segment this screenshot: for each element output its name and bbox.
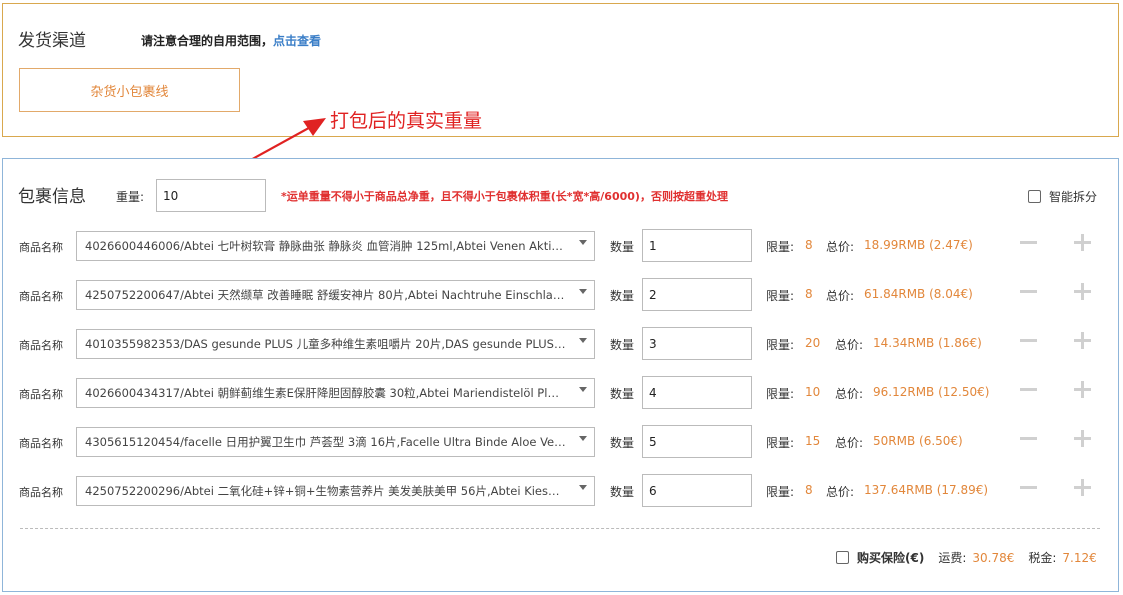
limit-label: 限量: — [766, 289, 795, 303]
quantity-input[interactable] — [642, 376, 752, 409]
product-name-label: 商品名称 — [19, 290, 63, 303]
product-select[interactable]: 4010355982353/DAS gesunde PLUS 儿童多种维生素咀嚼… — [76, 329, 595, 359]
minus-icon[interactable] — [1020, 290, 1037, 293]
limit-value: 20 — [805, 336, 821, 350]
total-price-value: 14.34RMB (1.86€) — [873, 336, 982, 350]
chevron-down-icon[interactable] — [579, 240, 587, 245]
channel-option-button[interactable]: 杂货小包裹线 — [19, 68, 240, 112]
product-row: 商品名称 4010355982353/DAS gesunde PLUS 儿童多种… — [0, 327, 1123, 363]
product-row: 商品名称 4026600434317/Abtei 朝鲜蓟维生素E保肝降胆固醇胶囊… — [0, 376, 1123, 412]
limit-label: 限量: — [766, 338, 795, 352]
quantity-input[interactable] — [642, 425, 752, 458]
divider — [20, 528, 1100, 529]
total-price-value: 137.64RMB (17.89€) — [864, 483, 989, 497]
limit-label: 限量: — [766, 240, 795, 254]
total-price-label: 总价: — [826, 485, 855, 499]
tax-label: 税金: — [1028, 551, 1057, 565]
product-name-label: 商品名称 — [19, 241, 63, 254]
tax-value: 7.12€ — [1062, 550, 1097, 565]
quantity-input[interactable] — [642, 229, 752, 262]
quantity-label: 数量 — [610, 436, 635, 450]
limit-label: 限量: — [766, 436, 795, 450]
product-row: 商品名称 4305615120454/facelle 日用护翼卫生巾 芦荟型 3… — [0, 425, 1123, 461]
product-row: 商品名称 4026600446006/Abtei 七叶树软膏 静脉曲张 静脉炎 … — [0, 229, 1123, 265]
package-info-panel — [2, 158, 1119, 592]
product-name-label: 商品名称 — [19, 437, 63, 450]
quantity-input[interactable] — [642, 474, 752, 507]
product-select[interactable]: 4026600434317/Abtei 朝鲜蓟维生素E保肝降胆固醇胶囊 30粒,… — [76, 378, 595, 408]
smart-split-label: 智能拆分 — [1049, 190, 1098, 204]
limit-value: 15 — [805, 434, 821, 448]
weight-warning: *运单重量不得小于商品总净重，且不得小于包裹体积重(长*宽*高/6000)，否则… — [281, 190, 728, 203]
shipping-fee-label: 运费: — [938, 551, 967, 565]
total-price-label: 总价: — [826, 289, 855, 303]
plus-icon[interactable] — [1074, 381, 1091, 398]
limit-value: 8 — [805, 483, 813, 497]
total-price-value: 50RMB (6.50€) — [873, 434, 963, 448]
minus-icon[interactable] — [1020, 437, 1037, 440]
plus-icon[interactable] — [1074, 430, 1091, 447]
plus-icon[interactable] — [1074, 332, 1091, 349]
product-select[interactable]: 4026600446006/Abtei 七叶树软膏 静脉曲张 静脉炎 血管消肿 … — [76, 231, 595, 261]
quantity-label: 数量 — [610, 387, 635, 401]
total-price-label: 总价: — [835, 387, 864, 401]
quantity-label: 数量 — [610, 485, 635, 499]
shipping-channel-title: 发货渠道 — [18, 31, 86, 51]
smart-split-checkbox[interactable] — [1028, 190, 1041, 203]
plus-icon[interactable] — [1074, 234, 1091, 251]
product-name-label: 商品名称 — [19, 388, 63, 401]
plus-icon[interactable] — [1074, 479, 1091, 496]
limit-label: 限量: — [766, 387, 795, 401]
smart-split-option[interactable]: 智能拆分 — [1028, 188, 1097, 205]
quantity-input[interactable] — [642, 278, 752, 311]
product-row: 商品名称 4250752200647/Abtei 天然缬草 改善睡眠 舒缓安神片… — [0, 278, 1123, 314]
chevron-down-icon[interactable] — [579, 436, 587, 441]
chevron-down-icon[interactable] — [579, 289, 587, 294]
limit-value: 10 — [805, 385, 821, 399]
total-price-label: 总价: — [826, 240, 855, 254]
weight-label: 重量: — [116, 190, 145, 204]
usage-notice: 请注意合理的自用范围，点击查看 — [141, 32, 321, 49]
chevron-down-icon[interactable] — [579, 338, 587, 343]
shipping-fee-value: 30.78€ — [972, 550, 1015, 565]
product-select[interactable]: 4250752200296/Abtei 二氧化硅+锌+铜+生物素营养片 美发美肤… — [76, 476, 595, 506]
product-select[interactable]: 4305615120454/facelle 日用护翼卫生巾 芦荟型 3滴 16片… — [76, 427, 595, 457]
limit-value: 8 — [805, 238, 813, 252]
weight-input[interactable] — [156, 179, 266, 212]
product-select[interactable]: 4250752200647/Abtei 天然缬草 改善睡眠 舒缓安神片 80片,… — [76, 280, 595, 310]
insurance-checkbox[interactable] — [836, 551, 849, 564]
plus-icon[interactable] — [1074, 283, 1091, 300]
minus-icon[interactable] — [1020, 486, 1037, 489]
insurance-label: 购买保险(€) — [857, 551, 925, 565]
product-row: 商品名称 4250752200296/Abtei 二氧化硅+锌+铜+生物素营养片… — [0, 474, 1123, 510]
product-name-label: 商品名称 — [19, 339, 63, 352]
quantity-input[interactable] — [642, 327, 752, 360]
chevron-down-icon[interactable] — [579, 387, 587, 392]
minus-icon[interactable] — [1020, 241, 1037, 244]
minus-icon[interactable] — [1020, 339, 1037, 342]
product-name-label: 商品名称 — [19, 486, 63, 499]
view-details-link[interactable]: 点击查看 — [273, 34, 321, 48]
minus-icon[interactable] — [1020, 388, 1037, 391]
annotation-label: 打包后的真实重量 — [330, 110, 483, 132]
quantity-label: 数量 — [610, 338, 635, 352]
total-price-value: 96.12RMB (12.50€) — [873, 385, 990, 399]
quantity-label: 数量 — [610, 289, 635, 303]
total-price-label: 总价: — [835, 338, 864, 352]
usage-notice-text: 请注意合理的自用范围， — [141, 34, 274, 48]
total-price-value: 61.84RMB (8.04€) — [864, 287, 973, 301]
total-price-label: 总价: — [835, 436, 864, 450]
package-info-title: 包裹信息 — [18, 187, 86, 207]
chevron-down-icon[interactable] — [579, 485, 587, 490]
limit-value: 8 — [805, 287, 813, 301]
limit-label: 限量: — [766, 485, 795, 499]
total-price-value: 18.99RMB (2.47€) — [864, 238, 973, 252]
cost-summary: 购买保险(€) 运费: 30.78€ 税金: 7.12€ — [836, 549, 1097, 566]
quantity-label: 数量 — [610, 240, 635, 254]
